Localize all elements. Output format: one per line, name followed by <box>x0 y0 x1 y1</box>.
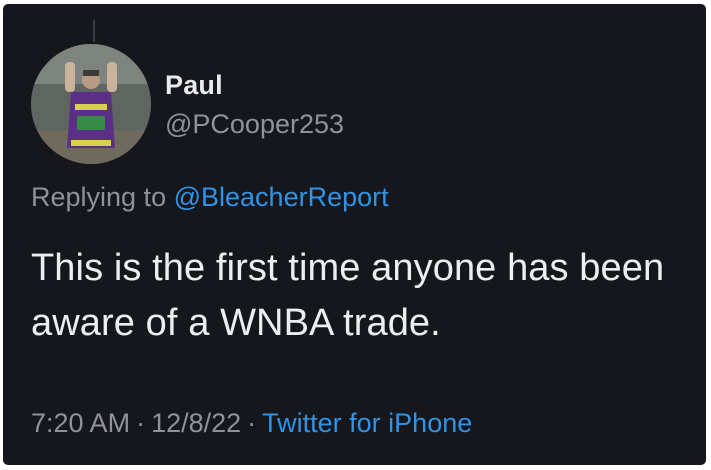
tweet-date[interactable]: 12/8/22 <box>151 408 241 438</box>
meta-separator: · <box>136 408 146 438</box>
avatar[interactable] <box>31 44 151 164</box>
tweet-source-link[interactable]: Twitter for iPhone <box>262 408 472 438</box>
tweet-card: Paul @PCooper253 Replying to @BleacherRe… <box>3 4 706 465</box>
tweet-text: This is the first time anyone has been a… <box>31 247 665 344</box>
tweet-time[interactable]: 7:20 AM <box>31 408 130 438</box>
meta-separator: · <box>247 408 257 438</box>
avatar-photo-icon <box>31 44 151 164</box>
user-handle[interactable]: @PCooper253 <box>165 109 344 140</box>
replying-to-line: Replying to @BleacherReport <box>31 182 389 213</box>
replying-to-label: Replying to <box>31 182 167 212</box>
thread-connector-line <box>93 20 95 42</box>
display-name[interactable]: Paul <box>165 70 223 101</box>
tweet-metadata: 7:20 AM · 12/8/22 · Twitter for iPhone <box>31 408 472 439</box>
reply-mention-link[interactable]: @BleacherReport <box>174 182 389 212</box>
